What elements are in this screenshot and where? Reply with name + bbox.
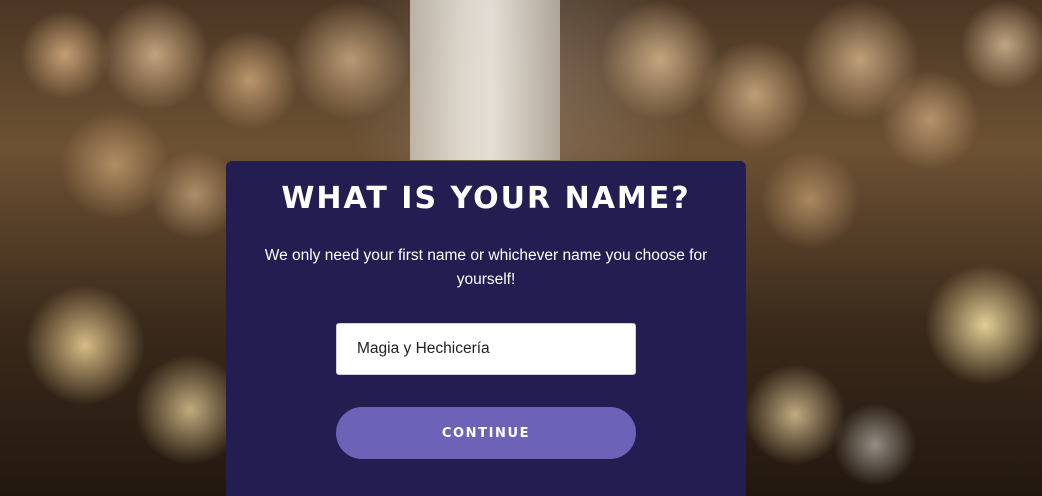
bokeh-light — [600, 0, 720, 120]
bokeh-light — [800, 0, 920, 120]
dialog-title: What is your name? — [281, 181, 691, 216]
bokeh-light — [200, 30, 300, 130]
dialog-subtitle: We only need your first name or whicheve… — [264, 247, 708, 288]
bokeh-light — [100, 0, 210, 110]
candle-image — [410, 0, 560, 160]
bokeh-light — [830, 400, 920, 490]
bokeh-light — [20, 280, 150, 410]
bokeh-light — [20, 10, 110, 100]
bokeh-light — [290, 0, 410, 120]
bokeh-light — [740, 360, 850, 470]
bokeh-light — [700, 40, 810, 150]
name-input[interactable] — [336, 323, 636, 375]
background-bokeh-scene: What is your name? We only need your fir… — [0, 0, 1042, 496]
bokeh-light — [880, 70, 980, 170]
continue-button[interactable]: CONTINUE — [336, 407, 636, 459]
name-dialog: What is your name? We only need your fir… — [226, 161, 746, 496]
bokeh-light — [60, 110, 170, 220]
bokeh-light — [920, 260, 1042, 390]
bokeh-light — [960, 0, 1042, 90]
bokeh-light — [760, 150, 860, 250]
